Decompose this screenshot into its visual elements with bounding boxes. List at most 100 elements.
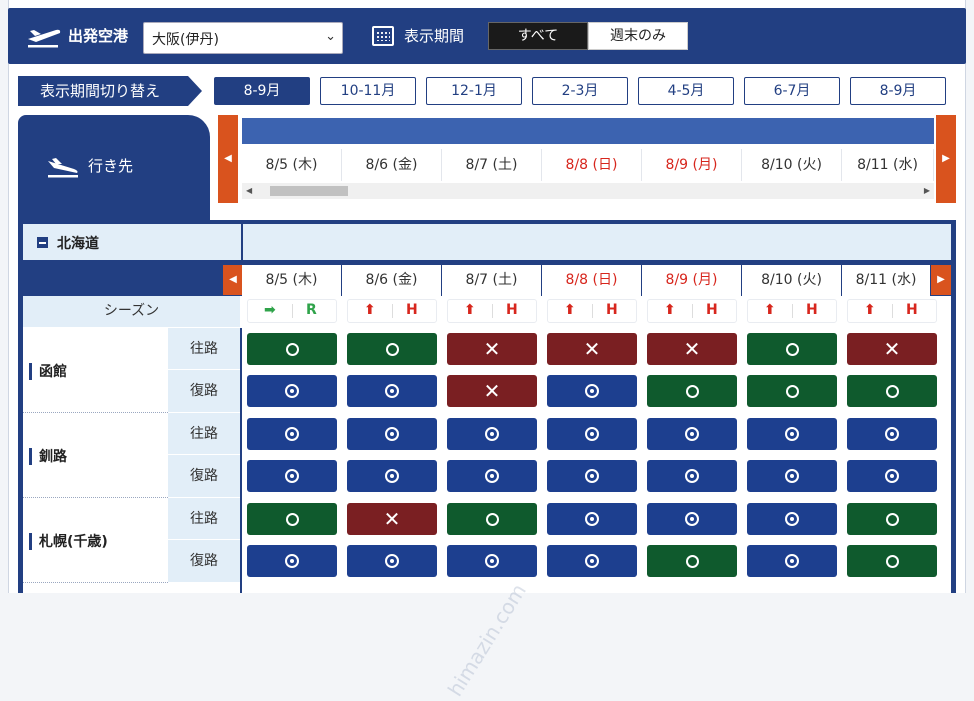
- available-icon: [285, 342, 299, 356]
- calendar-icon: [372, 26, 394, 46]
- period-button-0[interactable]: 8-9月: [214, 77, 310, 105]
- availability-cell[interactable]: [247, 545, 337, 577]
- period-button-6[interactable]: 8-9月: [850, 77, 946, 105]
- availability-cell[interactable]: [747, 460, 837, 492]
- availability-cell[interactable]: [847, 503, 937, 535]
- plenty-available-icon: [585, 512, 599, 526]
- prev-dates-button[interactable]: ◀: [218, 115, 238, 203]
- scroll-right-icon[interactable]: ▶: [924, 183, 930, 199]
- grid-prev-button[interactable]: ◀: [223, 265, 243, 295]
- availability-cell[interactable]: [647, 545, 737, 577]
- availability-cell[interactable]: [247, 503, 337, 535]
- availability-cell[interactable]: ✕: [447, 375, 537, 407]
- grid-date: 8/5 (木): [242, 265, 341, 296]
- availability-cell[interactable]: [547, 460, 637, 492]
- availability-cell[interactable]: [847, 418, 937, 450]
- availability-cell[interactable]: [647, 418, 737, 450]
- region-name: 北海道: [57, 236, 99, 252]
- date-strip: ◀ 8/5 (木) 8/6 (金) 8/7 (土) 8/8 (日) 8/9 (月) 8/1…: [218, 115, 956, 203]
- grid-date: 8/7 (土): [442, 265, 541, 296]
- grid-date: 8/11 (水): [842, 265, 930, 296]
- availability-cell[interactable]: [547, 503, 637, 535]
- availability-cell[interactable]: [847, 545, 937, 577]
- region-row[interactable]: 北海道: [23, 224, 951, 260]
- available-icon: [785, 384, 799, 398]
- availability-cell[interactable]: [247, 333, 337, 365]
- availability-cell[interactable]: [547, 375, 637, 407]
- season-arrow-icon: ⬆: [664, 302, 676, 318]
- next-dates-button[interactable]: ▶: [936, 115, 956, 203]
- plenty-available-icon: [485, 554, 499, 568]
- season-arrow-icon: ⬆: [564, 302, 576, 318]
- availability-cell[interactable]: [447, 418, 537, 450]
- availability-cell[interactable]: [547, 545, 637, 577]
- season-code: R: [306, 302, 317, 318]
- season-code: H: [406, 302, 418, 318]
- period-button-3[interactable]: 2-3月: [532, 77, 628, 105]
- availability-cell[interactable]: [547, 418, 637, 450]
- available-icon: [385, 342, 399, 356]
- plenty-available-icon: [885, 427, 899, 441]
- plenty-available-icon: [685, 427, 699, 441]
- arrival-plane-icon: [48, 158, 78, 178]
- availability-cell[interactable]: ✕: [647, 333, 737, 365]
- season-indicator: ⬆ H: [747, 299, 837, 323]
- availability-cell[interactable]: ✕: [347, 503, 437, 535]
- destination-label: 行き先: [88, 157, 134, 175]
- horizontal-scrollbar[interactable]: ◀ ▶: [242, 183, 934, 199]
- period-all-button[interactable]: すべて: [488, 22, 588, 50]
- availability-cell[interactable]: [747, 375, 837, 407]
- availability-cell[interactable]: [247, 375, 337, 407]
- return-label: 復路: [168, 540, 240, 583]
- sold-out-icon: ✕: [483, 337, 501, 361]
- plenty-available-icon: [585, 554, 599, 568]
- scrollbar-thumb[interactable]: [270, 186, 348, 196]
- period-button-5[interactable]: 6-7月: [744, 77, 840, 105]
- availability-cell[interactable]: [647, 375, 737, 407]
- season-arrow-icon: ⬆: [464, 302, 476, 318]
- availability-cell[interactable]: [347, 460, 437, 492]
- scroll-left-icon[interactable]: ◀: [246, 183, 252, 199]
- availability-cell[interactable]: [247, 460, 337, 492]
- sold-out-icon: ✕: [583, 337, 601, 361]
- period-weekend-button[interactable]: 週末のみ: [588, 22, 688, 50]
- departure-plane-icon: [28, 29, 61, 48]
- available-icon: [885, 384, 899, 398]
- strip-date: 8/10 (火): [742, 149, 842, 181]
- availability-cell[interactable]: [747, 333, 837, 365]
- availability-cell[interactable]: ✕: [847, 333, 937, 365]
- availability-cell[interactable]: ✕: [447, 333, 537, 365]
- availability-cell[interactable]: [347, 333, 437, 365]
- available-icon: [285, 512, 299, 526]
- availability-body: 函館 往路 ✕ ✕ ✕ ✕ 復路 ✕ 釧路 往路 復路 札幌(千歳) 往路 ✕ 復路 himazin.com: [23, 328, 951, 701]
- availability-cell[interactable]: ✕: [547, 333, 637, 365]
- availability-cell[interactable]: [347, 375, 437, 407]
- season-arrow-icon: ⬆: [764, 302, 776, 318]
- availability-cell[interactable]: [647, 503, 737, 535]
- period-button-2[interactable]: 12-1月: [426, 77, 522, 105]
- availability-cell[interactable]: [647, 460, 737, 492]
- period-button-1[interactable]: 10-11月: [320, 77, 416, 105]
- availability-cell[interactable]: [247, 418, 337, 450]
- available-icon: [885, 512, 899, 526]
- departure-airport-select[interactable]: 大阪(伊丹) ⌄: [143, 22, 343, 54]
- grid-next-button[interactable]: ▶: [931, 265, 951, 295]
- availability-cell[interactable]: [447, 460, 537, 492]
- availability-cell[interactable]: [847, 460, 937, 492]
- available-icon: [685, 554, 699, 568]
- outbound-label: 往路: [168, 328, 240, 370]
- grid-date: 8/9 (月): [642, 265, 741, 296]
- availability-cell[interactable]: [747, 545, 837, 577]
- sold-out-icon: ✕: [883, 337, 901, 361]
- availability-cell[interactable]: [347, 418, 437, 450]
- availability-cell[interactable]: [847, 375, 937, 407]
- period-button-4[interactable]: 4-5月: [638, 77, 734, 105]
- availability-cell[interactable]: [747, 418, 837, 450]
- display-period-label: 表示期間: [404, 27, 465, 45]
- availability-cell[interactable]: [447, 545, 537, 577]
- strip-date: 8/6 (金): [342, 149, 442, 181]
- availability-cell[interactable]: [747, 503, 837, 535]
- availability-cell[interactable]: [447, 503, 537, 535]
- availability-cell[interactable]: [347, 545, 437, 577]
- collapse-icon[interactable]: [37, 237, 48, 248]
